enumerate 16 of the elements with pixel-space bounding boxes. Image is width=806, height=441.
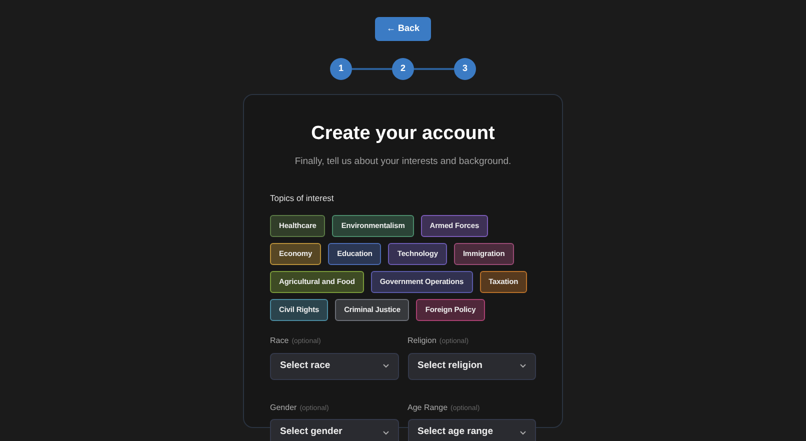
field-label: Age Range <box>408 402 448 414</box>
chevron-down-icon <box>382 430 388 434</box>
field-label: Gender <box>270 402 297 414</box>
chevron-down-icon <box>520 430 526 434</box>
back-button[interactable]: ← Back <box>375 17 431 41</box>
chevron-down-icon <box>382 364 388 368</box>
field-label: Religion <box>408 335 436 347</box>
field-label: Race <box>270 335 289 347</box>
select-field[interactable]: Select gender <box>270 419 398 441</box>
card-title: Create your account <box>310 122 496 146</box>
select-field[interactable]: Select age range <box>408 419 536 441</box>
chevron-down-icon <box>520 364 526 368</box>
select-field[interactable]: Select religion <box>408 352 536 380</box>
card-subtitle: Finally, tell us about your interests and background. <box>294 155 512 169</box>
select-field[interactable]: Select race <box>270 352 398 380</box>
topics-label: Topics of interest <box>270 192 335 205</box>
